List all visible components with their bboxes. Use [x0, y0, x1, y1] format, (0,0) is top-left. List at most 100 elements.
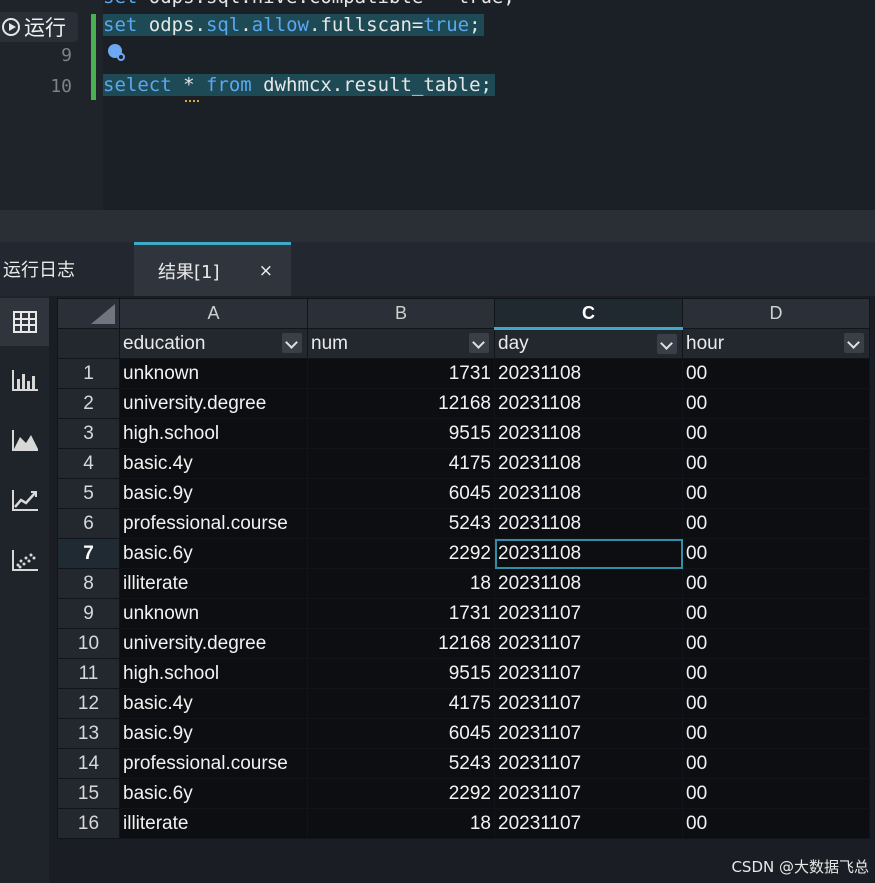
column-header-d[interactable]: D: [682, 298, 870, 329]
cell-education[interactable]: university.degree: [119, 628, 308, 659]
cell-num[interactable]: 18: [307, 808, 495, 839]
row-number[interactable]: 8: [57, 568, 120, 599]
row-number[interactable]: 16: [57, 808, 120, 839]
cell-education[interactable]: illiterate: [119, 568, 308, 599]
chevron-down-icon[interactable]: [844, 333, 864, 353]
cell-num[interactable]: 2292: [307, 778, 495, 809]
cell-day[interactable]: 20231108: [494, 538, 683, 569]
cell-day[interactable]: 20231108: [494, 448, 683, 479]
cell-hour[interactable]: 00: [682, 508, 870, 539]
cell-day[interactable]: 20231107: [494, 718, 683, 749]
line-chart-icon[interactable]: [0, 476, 49, 524]
field-education[interactable]: education: [119, 328, 308, 359]
row-number[interactable]: 5: [57, 478, 120, 509]
field-num[interactable]: num: [307, 328, 495, 359]
cell-education[interactable]: unknown: [119, 598, 308, 629]
row-number[interactable]: 14: [57, 748, 120, 779]
cell-education[interactable]: high.school: [119, 658, 308, 689]
cell-num[interactable]: 4175: [307, 688, 495, 719]
cell-day[interactable]: 20231107: [494, 748, 683, 779]
cell-education[interactable]: basic.9y: [119, 718, 308, 749]
row-number[interactable]: 1: [57, 358, 120, 389]
cell-education[interactable]: professional.course: [119, 748, 308, 779]
cell-education[interactable]: basic.4y: [119, 688, 308, 719]
cell-day[interactable]: 20231107: [494, 628, 683, 659]
table-row[interactable]: 5 basic.9y 6045 20231108 00: [57, 478, 870, 509]
tab-run-log[interactable]: 运行日志: [0, 242, 134, 296]
cell-education[interactable]: high.school: [119, 418, 308, 449]
cell-hour[interactable]: 00: [682, 628, 870, 659]
cell-hour[interactable]: 00: [682, 658, 870, 689]
cell-education[interactable]: basic.4y: [119, 448, 308, 479]
cell-num[interactable]: 1731: [307, 358, 495, 389]
cell-day[interactable]: 20231108: [494, 418, 683, 449]
cell-num[interactable]: 5243: [307, 508, 495, 539]
tab-result-1[interactable]: 结果[1] ×: [134, 242, 291, 296]
scatter-chart-icon[interactable]: [0, 536, 49, 584]
field-hour[interactable]: hour: [682, 328, 870, 359]
column-header-c[interactable]: C: [494, 298, 683, 330]
row-number[interactable]: 7: [57, 538, 120, 569]
bar-chart-icon[interactable]: [0, 356, 49, 404]
cell-hour[interactable]: 00: [682, 478, 870, 509]
row-number[interactable]: 15: [57, 778, 120, 809]
table-row[interactable]: 15 basic.6y 2292 20231107 00: [57, 778, 870, 809]
table-row[interactable]: 1 unknown 1731 20231108 00: [57, 358, 870, 389]
cell-education[interactable]: basic.9y: [119, 478, 308, 509]
cell-num[interactable]: 2292: [307, 538, 495, 569]
row-number[interactable]: 4: [57, 448, 120, 479]
cell-num[interactable]: 12168: [307, 388, 495, 419]
row-number[interactable]: 12: [57, 688, 120, 719]
cell-hour[interactable]: 00: [682, 538, 870, 569]
cell-hour[interactable]: 00: [682, 718, 870, 749]
run-button[interactable]: 运行: [0, 12, 78, 42]
cell-num[interactable]: 9515: [307, 418, 495, 449]
lightbulb-icon[interactable]: [108, 44, 125, 61]
cell-num[interactable]: 6045: [307, 718, 495, 749]
cell-education[interactable]: basic.6y: [119, 778, 308, 809]
table-row[interactable]: 7 basic.6y 2292 20231108 00: [57, 538, 870, 569]
cell-education[interactable]: university.degree: [119, 388, 308, 419]
sql-editor[interactable]: set odps.sql.hive.compatible = true; 运行 …: [0, 0, 875, 210]
table-row[interactable]: 16 illiterate 18 20231107 00: [57, 808, 870, 839]
table-row[interactable]: 13 basic.9y 6045 20231107 00: [57, 718, 870, 749]
table-row[interactable]: 4 basic.4y 4175 20231108 00: [57, 448, 870, 479]
table-row[interactable]: 3 high.school 9515 20231108 00: [57, 418, 870, 449]
row-number[interactable]: 9: [57, 598, 120, 629]
select-all-corner[interactable]: [57, 298, 120, 329]
code-line-8[interactable]: set odps.sql.allow.fullscan=true;: [103, 14, 484, 36]
chevron-down-icon[interactable]: [469, 333, 489, 353]
cell-day[interactable]: 20231107: [494, 688, 683, 719]
row-number[interactable]: 13: [57, 718, 120, 749]
table-row[interactable]: 6 professional.course 5243 20231108 00: [57, 508, 870, 539]
result-grid[interactable]: A B C D education num day hour 1 unknown 1…: [57, 298, 870, 861]
cell-day[interactable]: 20231107: [494, 778, 683, 809]
cell-day[interactable]: 20231108: [494, 568, 683, 599]
row-number[interactable]: 6: [57, 508, 120, 539]
cell-hour[interactable]: 00: [682, 808, 870, 839]
code-line-10[interactable]: select * from dwhmcx.result_table;: [103, 74, 495, 96]
cell-day[interactable]: 20231108: [494, 508, 683, 539]
table-row[interactable]: 11 high.school 9515 20231107 00: [57, 658, 870, 689]
cell-num[interactable]: 6045: [307, 478, 495, 509]
row-number[interactable]: 10: [57, 628, 120, 659]
table-row[interactable]: 2 university.degree 12168 20231108 00: [57, 388, 870, 419]
cell-num[interactable]: 12168: [307, 628, 495, 659]
row-number[interactable]: 3: [57, 418, 120, 449]
cell-day[interactable]: 20231108: [494, 478, 683, 509]
cell-hour[interactable]: 00: [682, 568, 870, 599]
table-row[interactable]: 12 basic.4y 4175 20231107 00: [57, 688, 870, 719]
close-icon[interactable]: ×: [259, 261, 273, 281]
table-icon[interactable]: [0, 298, 49, 346]
cell-num[interactable]: 18: [307, 568, 495, 599]
row-number[interactable]: 11: [57, 658, 120, 689]
cell-hour[interactable]: 00: [682, 778, 870, 809]
cell-day[interactable]: 20231107: [494, 808, 683, 839]
cell-day[interactable]: 20231108: [494, 358, 683, 389]
table-row[interactable]: 8 illiterate 18 20231108 00: [57, 568, 870, 599]
area-chart-icon[interactable]: [0, 416, 49, 464]
cell-education[interactable]: illiterate: [119, 808, 308, 839]
code-line-7[interactable]: set odps.sql.hive.compatible = true;: [103, 0, 515, 8]
table-row[interactable]: 14 professional.course 5243 20231107 00: [57, 748, 870, 779]
chevron-down-icon[interactable]: [282, 333, 302, 353]
